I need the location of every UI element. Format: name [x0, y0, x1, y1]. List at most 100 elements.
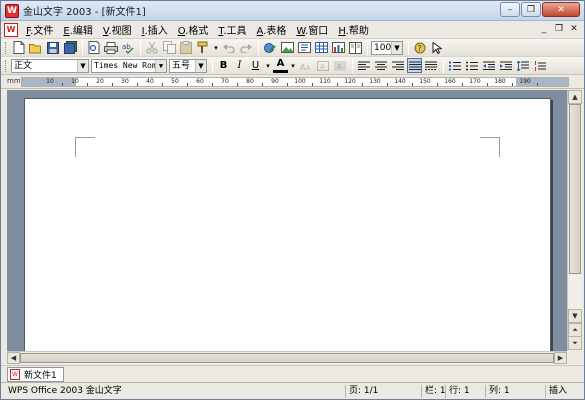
ruler-track[interactable]: 10 10 20 30 40 50 60 70 80 90 100 110 120 130 140 150 16…	[21, 77, 569, 87]
wps-app-icon[interactable]: W	[5, 3, 19, 18]
ruler-tick-mark	[62, 83, 63, 86]
select-pointer-icon[interactable]	[429, 40, 445, 56]
minimize-button[interactable]: –	[500, 2, 520, 17]
ruler-tick-label: 80	[246, 78, 254, 85]
decrease-indent-icon[interactable]	[481, 58, 497, 74]
undo-icon[interactable]	[221, 40, 237, 56]
ruler-tick-mark	[162, 83, 163, 86]
char-shading-icon[interactable]: A	[332, 58, 348, 74]
bulleted-list-icon[interactable]	[464, 58, 480, 74]
ruler-tick-mark	[87, 83, 88, 86]
status-insert-mode[interactable]: 插入	[545, 385, 581, 398]
menu-edit[interactable]: E.编辑	[58, 22, 98, 37]
ruler-tick-mark	[137, 83, 138, 86]
cut-icon[interactable]	[144, 40, 160, 56]
insert-image-icon[interactable]	[279, 40, 295, 56]
ruler-tick-label: 130	[369, 78, 381, 85]
menu-format[interactable]: O.格式	[173, 22, 214, 37]
open-folder-icon[interactable]	[28, 40, 44, 56]
align-center-icon[interactable]	[373, 58, 389, 74]
paste-icon[interactable]	[178, 40, 194, 56]
status-column: 栏: 1	[421, 385, 446, 398]
format-painter-dropdown-icon[interactable]: ▾	[212, 40, 220, 56]
scroll-right-icon[interactable]: ▶	[554, 352, 567, 364]
menu-help[interactable]: H.帮助	[333, 22, 374, 37]
insert-chart-icon[interactable]	[330, 40, 346, 56]
close-button[interactable]: ✕	[542, 2, 580, 17]
title-bar[interactable]: W 金山文字 2003 - [新文件1] – ❐ ✕	[1, 1, 584, 21]
menu-tools[interactable]: T.工具	[213, 22, 251, 37]
menu-insert[interactable]: I.插入	[137, 22, 173, 37]
align-left-icon[interactable]	[356, 58, 372, 74]
italic-button[interactable]: I	[232, 58, 247, 73]
new-document-icon[interactable]	[11, 40, 27, 56]
next-page-icon[interactable]: ⏷	[568, 336, 582, 350]
horizontal-scrollbar[interactable]: ◀ ▶	[7, 351, 567, 364]
ruler-unit: mm	[7, 77, 21, 85]
ruler-tick-label: 20	[96, 78, 104, 85]
format-painter-icon[interactable]	[195, 40, 211, 56]
ruler-tick-mark	[437, 83, 438, 86]
insert-table-icon[interactable]	[313, 40, 329, 56]
print-icon[interactable]	[103, 40, 119, 56]
char-border-icon[interactable]: A	[315, 58, 331, 74]
document-page[interactable]	[24, 98, 551, 351]
horizontal-scroll-thumb[interactable]	[20, 353, 554, 363]
document-menu-icon[interactable]: W	[4, 22, 18, 37]
menu-view[interactable]: V.视图	[98, 22, 137, 37]
save-all-icon[interactable]	[62, 40, 78, 56]
doc-restore-button[interactable]: ❐	[553, 23, 565, 35]
increase-indent-icon[interactable]	[498, 58, 514, 74]
window-title: 金山文字 2003 - [新文件1]	[23, 7, 146, 18]
char-scale-icon[interactable]: AA	[298, 58, 314, 74]
underline-dropdown-icon[interactable]: ▾	[264, 58, 272, 74]
toolbar-grip[interactable]	[5, 41, 8, 54]
zoom-select[interactable]: 100% ▼	[371, 40, 403, 55]
spell-check-icon[interactable]: ab	[120, 40, 136, 56]
paragraph-spacing-icon[interactable]	[532, 58, 548, 74]
toolbar-separator	[212, 58, 213, 73]
align-right-icon[interactable]	[390, 58, 406, 74]
document-workspace[interactable]	[7, 90, 567, 351]
doc-close-button[interactable]: ✕	[568, 23, 580, 35]
columns-icon[interactable]	[347, 40, 363, 56]
underline-button[interactable]: U	[248, 58, 263, 73]
copy-icon[interactable]	[161, 40, 177, 56]
style-select[interactable]: 正文 ▼	[11, 58, 89, 73]
chevron-down-icon[interactable]: ▼	[77, 59, 88, 72]
chevron-down-icon[interactable]: ▼	[195, 59, 206, 72]
help-icon[interactable]: ?	[412, 40, 428, 56]
vertical-scroll-thumb[interactable]	[569, 104, 581, 274]
menu-window[interactable]: W.窗口	[291, 22, 333, 37]
tab-document-1[interactable]: W 新文件1	[7, 367, 64, 382]
menu-table[interactable]: A.表格	[252, 22, 292, 37]
distribute-icon[interactable]	[423, 58, 439, 74]
redo-icon[interactable]	[238, 40, 254, 56]
vertical-scrollbar[interactable]: ▲ ▼ ⏶ ⏷	[567, 90, 582, 351]
scroll-left-icon[interactable]: ◀	[7, 352, 20, 364]
previous-page-icon[interactable]: ⏶	[568, 323, 582, 337]
save-icon[interactable]	[45, 40, 61, 56]
hyperlink-icon[interactable]	[262, 40, 278, 56]
restore-button[interactable]: ❐	[521, 2, 541, 17]
bold-button[interactable]: B	[216, 58, 231, 73]
status-col: 列: 1	[485, 385, 543, 398]
chevron-down-icon[interactable]: ▼	[155, 59, 166, 72]
menu-file[interactable]: F.文件	[21, 22, 58, 37]
font-color-button[interactable]: A	[273, 58, 288, 73]
font-color-dropdown-icon[interactable]: ▾	[289, 58, 297, 74]
print-preview-icon[interactable]	[86, 40, 102, 56]
font-size-select[interactable]: 五号 ▼	[169, 58, 207, 73]
horizontal-ruler[interactable]: mm 10 10 20 30 40 50 60 70 80 90 100 110 120 130 140 15…	[1, 75, 584, 89]
numbered-list-icon[interactable]	[447, 58, 463, 74]
toolbar-grip[interactable]	[5, 59, 8, 72]
scroll-up-icon[interactable]: ▲	[568, 90, 582, 104]
crop-mark-top-left	[75, 137, 95, 157]
scroll-down-icon[interactable]: ▼	[568, 309, 582, 323]
chevron-down-icon[interactable]: ▼	[391, 41, 402, 54]
line-spacing-icon[interactable]	[515, 58, 531, 74]
doc-minimize-button[interactable]: _	[538, 23, 550, 35]
align-justify-icon[interactable]	[407, 58, 422, 73]
insert-textbox-icon[interactable]	[296, 40, 312, 56]
font-family-select[interactable]: Times New Roman ▼	[91, 58, 167, 73]
